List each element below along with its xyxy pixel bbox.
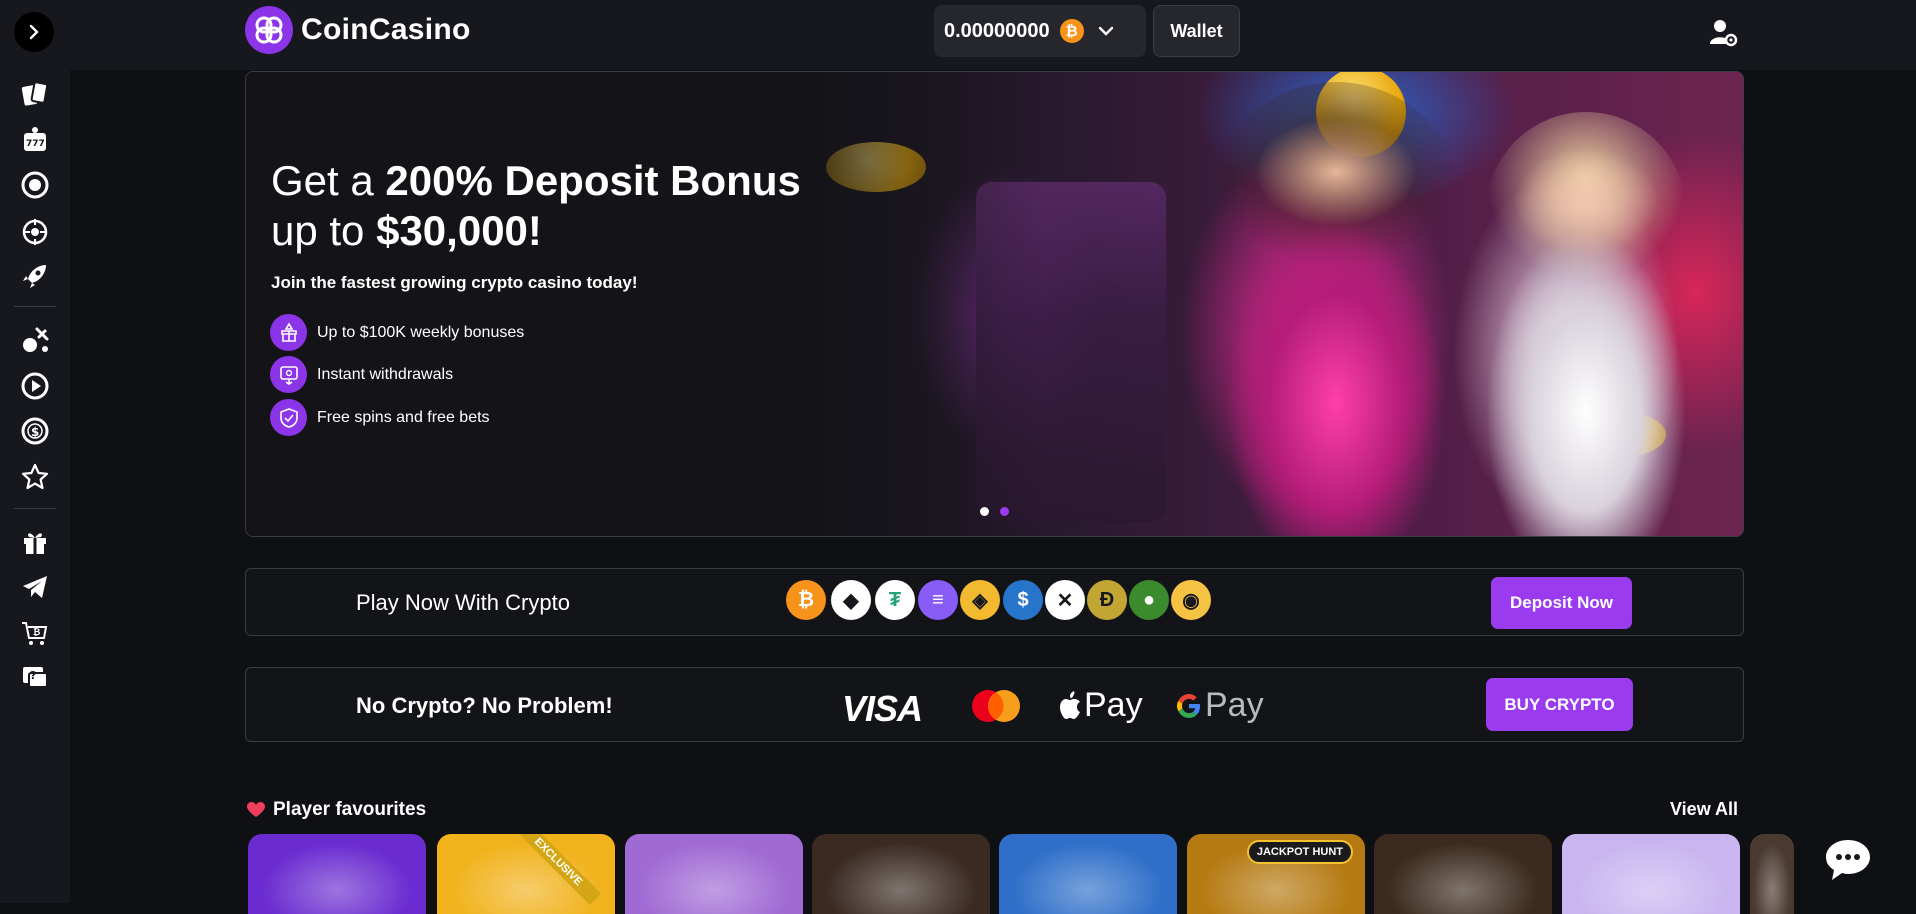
cards-icon (21, 81, 49, 106)
poker-chip-icon (21, 171, 49, 199)
sidebar-item-roulette[interactable] (17, 213, 53, 249)
deposit-now-button[interactable]: Deposit Now (1491, 577, 1632, 629)
shiba-icon: ◉ (1171, 580, 1211, 620)
carousel-dots (980, 507, 1020, 516)
favourites-header: Player favourites (247, 799, 426, 821)
game-tile-coincasino-originals[interactable] (248, 834, 426, 914)
dollar-coin-icon: $ (21, 417, 49, 445)
bitcoin-icon: ₿ (786, 580, 826, 620)
balance-amount: 0.00000000 (944, 19, 1050, 42)
sports-icon (23, 327, 49, 352)
svg-text:₿: ₿ (33, 627, 40, 638)
casino-host-figure (1486, 112, 1686, 536)
hero-feature-item: Free spins and free bets (270, 399, 490, 436)
site-logo[interactable]: CoinCasino (245, 6, 471, 54)
coincasino-logo-icon (245, 6, 293, 54)
solana-icon: ≡ (918, 580, 958, 620)
gift-icon (24, 533, 46, 554)
sidebar-item-rewards[interactable] (17, 524, 53, 560)
casino-host-figure (1206, 82, 1466, 536)
favourites-title: Player favourites (273, 799, 427, 820)
roulette-icon (22, 219, 48, 245)
visa-logo: VISA (842, 688, 923, 729)
carousel-dot[interactable] (980, 507, 989, 516)
sidebar-item-slots[interactable]: 777 (17, 122, 53, 158)
balance-selector[interactable]: 0.00000000 ₿ (934, 5, 1146, 57)
sidebar-item-crash[interactable] (17, 258, 53, 294)
sidebar-toggle-button[interactable] (14, 12, 54, 52)
pepe-icon: ● (1129, 580, 1169, 620)
hero-feature-item: Up to $100K weekly bonuses (270, 314, 524, 351)
bitcoin-icon: ₿ (1059, 19, 1084, 43)
bnb-icon: ◈ (960, 580, 1000, 620)
sidebar-item-buy-crypto[interactable]: ₿ (17, 615, 53, 651)
svg-text:777: 777 (26, 139, 45, 149)
shield-check-icon (270, 399, 307, 436)
hero-banner[interactable]: Get a 200% Deposit Bonus up to $30,000! … (245, 71, 1744, 537)
user-settings-icon (1710, 20, 1738, 47)
crypto-payment-bar: Play Now With Crypto ₿ ◆ ₮ ≡ ◈ $ ✕ Ð ● ◉ Deposit … (245, 568, 1744, 636)
sidebar-item-support[interactable]: ? (17, 660, 53, 696)
sidebar-item-sports[interactable] (17, 322, 53, 358)
game-tile-zeus-lightning[interactable] (625, 834, 803, 914)
hero-subtitle: Join the fastest growing crypto casino t… (271, 273, 638, 292)
view-all-link[interactable]: View All (1670, 799, 1738, 820)
fiat-title: No Crypto? No Problem! (356, 693, 613, 718)
game-badge: EXCLUSIVE (514, 834, 602, 906)
star-icon (21, 463, 49, 490)
bonus-icon (270, 314, 307, 351)
sidebar-item-favourites[interactable] (17, 459, 53, 495)
rocket-icon (23, 265, 46, 288)
usd-coin-icon: $ (1003, 580, 1043, 620)
game-tile-temple-treasure[interactable] (812, 834, 990, 914)
sidebar-item-live[interactable] (17, 368, 53, 404)
game-tile-partial-tile[interactable] (1750, 834, 1794, 914)
apple-pay-logo: Pay (1058, 686, 1143, 725)
tether-icon: ₮ (875, 580, 915, 620)
sidebar-item-promotions[interactable]: $ (17, 413, 53, 449)
svg-text:?: ? (30, 669, 36, 682)
sidebar-item-casino[interactable] (17, 167, 53, 203)
game-tile-exclusive-coin[interactable]: EXCLUSIVE (437, 834, 615, 914)
slot-machine-icon: 777 (24, 127, 46, 151)
apple-icon (1060, 690, 1080, 719)
brand-name: CoinCasino (301, 13, 471, 46)
account-settings-button[interactable] (1706, 15, 1740, 49)
live-chat-button[interactable] (1822, 834, 1874, 886)
live-play-icon (21, 372, 49, 400)
ethereum-icon: ◆ (831, 580, 871, 620)
withdraw-icon (270, 356, 307, 393)
game-badge: JACKPOT HUNT (1246, 840, 1353, 864)
sidebar: 777 $ ₿ ? (0, 0, 70, 903)
svg-text:$: $ (31, 425, 39, 439)
google-g-icon (1177, 693, 1200, 718)
heart-icon (247, 802, 265, 817)
help-chat-icon: ? (23, 667, 48, 688)
telegram-icon (23, 576, 47, 598)
hero-feature-item: Instant withdrawals (270, 356, 453, 393)
hero-title: Get a 200% Deposit Bonus up to $30,000! (271, 157, 801, 254)
game-tile-zeus-blue[interactable] (999, 834, 1177, 914)
chevron-right-icon (29, 24, 39, 40)
buy-crypto-cart-icon: ₿ (22, 622, 48, 645)
chevron-down-icon (1098, 26, 1113, 36)
game-tile-candy-egg[interactable] (1562, 834, 1740, 914)
crypto-title: Play Now With Crypto (356, 590, 570, 615)
chat-bubble-icon (1826, 840, 1870, 880)
sidebar-item-telegram[interactable] (17, 569, 53, 605)
google-pay-logo: Pay (1175, 686, 1264, 725)
dogecoin-icon: Ð (1087, 580, 1127, 620)
fiat-payment-bar: No Crypto? No Problem! VISA Pay Pay BUY … (245, 667, 1744, 742)
game-tile-jackpot-hunt[interactable]: JACKPOT HUNT (1187, 834, 1365, 914)
buy-crypto-button[interactable]: BUY CRYPTO (1486, 678, 1633, 731)
game-tile-wild-west[interactable] (1374, 834, 1552, 914)
carousel-dot[interactable] (1000, 507, 1009, 516)
xrp-icon: ✕ (1045, 580, 1085, 620)
sidebar-item-cards[interactable] (17, 76, 53, 112)
wallet-button[interactable]: Wallet (1153, 5, 1240, 57)
mastercard-logo (972, 690, 1020, 722)
